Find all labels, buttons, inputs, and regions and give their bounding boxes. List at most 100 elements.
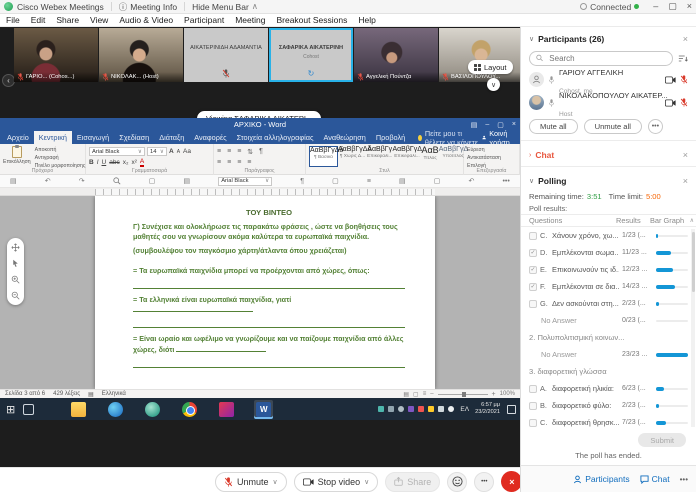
tab-insert[interactable]: Εισαγωγή [72, 131, 114, 144]
align-center-icon[interactable]: ≡ [227, 159, 231, 166]
page-indicator[interactable]: Σελίδα 3 από 6 [5, 391, 45, 397]
page-icon[interactable]: ▢ [332, 177, 339, 185]
zoom-icon[interactable] [113, 177, 121, 185]
pan-tool-icon[interactable] [11, 243, 20, 252]
video-thumbnail-active-speaker[interactable]: ΣΑΦΑΡΙΚΑ ΑΙΚΑΤΕΡΙΝΗ Cohost ↻ [269, 28, 353, 82]
replace-button[interactable]: Αντικατάσταση [467, 154, 516, 162]
style-heading2[interactable]: ΑαΒβΓγΔΕπικεφαλί... [392, 146, 421, 167]
subscript-button[interactable]: x₂ [123, 159, 129, 166]
menu-file[interactable]: File [6, 15, 20, 25]
hide-menu-bar-button[interactable]: Hide Menu Bar [192, 2, 249, 12]
checkbox[interactable] [529, 385, 537, 393]
poll-option-row[interactable]: ✓F.Εμπλέκονται σε δια...14/23 ... [521, 278, 696, 295]
grow-font-button[interactable]: A [169, 148, 174, 155]
task-view-button[interactable] [23, 404, 34, 415]
checkbox[interactable] [529, 419, 537, 427]
paragraph-marks-icon[interactable]: ¶ [259, 148, 263, 155]
change-case-button[interactable]: Aa [183, 148, 191, 155]
start-button[interactable]: ⊞ [6, 403, 15, 416]
video-thumbnail[interactable]: ΓΑΡΙΟ... (Cohos...) [14, 28, 98, 82]
cut-button[interactable]: Αποκοπή [35, 146, 86, 154]
taskbar-clock[interactable]: 6:57 μμ 23/2/2021 [475, 402, 500, 417]
language-switcher[interactable]: ΕΛ [460, 406, 469, 413]
italic-button[interactable]: I [97, 159, 99, 166]
word-restore-button[interactable]: ▢ [497, 121, 504, 129]
tray-icon[interactable] [388, 406, 394, 412]
tab-file[interactable]: Αρχείο [0, 131, 34, 144]
video-thumbnail-no-video[interactable]: ΑΙΚΑΤΕΡΙΝΙΔΗ ΑΔΑΜΑΝΤΙΑ [184, 28, 268, 82]
menu-breakout-sessions[interactable]: Breakout Sessions [276, 15, 347, 25]
chrome-icon[interactable] [182, 402, 197, 417]
bold-button[interactable]: B [89, 159, 94, 166]
align-right-icon[interactable]: ≡ [237, 159, 241, 166]
multilevel-list-icon[interactable]: ≡ [237, 148, 241, 155]
poll-option-row[interactable]: G.Δεν ασκούνται στη...2/23 (... [521, 295, 696, 312]
chat-toggle-button[interactable]: Chat [640, 474, 670, 484]
undo-icon[interactable]: ↶ [45, 177, 51, 185]
checkbox[interactable] [529, 402, 537, 410]
maximize-button[interactable]: ▢ [668, 1, 677, 12]
sort-icon[interactable]: ⇅ [247, 148, 253, 156]
browser-globe-icon[interactable] [145, 402, 160, 417]
pointer-tool-icon[interactable] [11, 259, 20, 268]
font-name-select[interactable]: Arial Black∨ [89, 147, 145, 156]
tab-home[interactable]: Κεντρική [34, 131, 72, 144]
submit-button[interactable]: Submit [638, 433, 686, 447]
close-participants-icon[interactable]: × [683, 34, 688, 44]
bullet-list-icon[interactable]: ≡ [217, 148, 221, 155]
web-layout-icon[interactable]: ≡ [423, 391, 427, 397]
word-taskbar-button[interactable]: W [254, 400, 273, 419]
tray-icon[interactable] [428, 406, 434, 412]
file-explorer-icon[interactable] [71, 402, 86, 417]
find-button[interactable]: Εύρεση [467, 146, 516, 154]
video-thumbnail[interactable]: ΝΙΚΟΛΑΚ... (Host) [99, 28, 183, 82]
menu-help[interactable]: Help [358, 15, 375, 25]
align-left-icon[interactable]: ≡ [217, 159, 221, 166]
shrink-font-button[interactable]: A [177, 149, 180, 155]
word-close-button[interactable]: × [512, 121, 516, 128]
print-layout-icon[interactable]: ▢ [413, 391, 419, 398]
style-title[interactable]: ΑαΒΤίτλος [421, 146, 438, 167]
poll-option-row[interactable]: B.διαφορετικό φύλο:2/23 (... [521, 397, 696, 414]
menu-edit[interactable]: Edit [31, 15, 46, 25]
participants-header[interactable]: ∨ Participants (26) × [521, 30, 696, 48]
participants-more-button[interactable]: ••• [648, 119, 663, 134]
word-minimize-button[interactable]: – [485, 121, 489, 128]
checkbox[interactable] [529, 232, 537, 240]
draw-icon[interactable]: ↶ [468, 177, 474, 185]
zoom-level[interactable]: 100% [500, 391, 515, 397]
checkbox[interactable] [529, 300, 537, 308]
chat-header[interactable]: › Chat × [521, 146, 696, 164]
tab-view[interactable]: Προβολή [371, 131, 410, 144]
app-icon[interactable] [219, 402, 234, 417]
tray-icon[interactable] [408, 406, 414, 412]
chevron-up-icon[interactable]: ∧ [252, 1, 258, 12]
participant-row[interactable]: ΝΙΚΟΛΑΚΟΠΟΥΛΟΥ ΑΙΚΑΤΕΡ...Host [521, 91, 696, 114]
page2-icon[interactable]: ▢ [434, 177, 441, 185]
zoom-out-button[interactable]: – [430, 391, 433, 397]
menu-view[interactable]: View [90, 15, 108, 25]
tab-mailings[interactable]: Στοιχεία αλληλογραφίας [232, 131, 319, 144]
superscript-button[interactable]: x² [131, 159, 136, 166]
muted-mic-icon[interactable] [680, 75, 688, 84]
menu-meeting[interactable]: Meeting [235, 15, 265, 25]
menu-audio-video[interactable]: Audio & Video [119, 15, 173, 25]
reactions-button[interactable] [447, 472, 467, 492]
poll-option-row[interactable]: A.διαφορετική ηλικία:6/23 (... [521, 380, 696, 397]
tray-network-icon[interactable] [438, 406, 444, 412]
minimize-button[interactable]: – [653, 1, 658, 12]
style-heading1[interactable]: ΑαΒβΓγΕπικεφαλί... [367, 146, 392, 167]
sort-icon[interactable] [678, 54, 688, 63]
tray-icon[interactable] [378, 406, 384, 412]
poll-option-row[interactable]: C.Χάνουν χρόνο, χω...1/23 (... [521, 227, 696, 244]
language-indicator[interactable]: Ελληνικά [102, 391, 126, 397]
tab-layout[interactable]: Διάταξη [154, 131, 189, 144]
tray-cloud-icon[interactable] [398, 406, 404, 412]
open-icon[interactable]: ▢ [149, 177, 156, 185]
polling-header[interactable]: ∨ Polling × [521, 172, 696, 190]
zoom-in-icon[interactable] [11, 275, 20, 284]
tray-volume-icon[interactable] [448, 406, 454, 412]
poll-scrollbar[interactable] [691, 229, 695, 427]
zoom-out-icon[interactable] [11, 291, 20, 300]
justify-icon[interactable]: ≡ [247, 159, 251, 166]
